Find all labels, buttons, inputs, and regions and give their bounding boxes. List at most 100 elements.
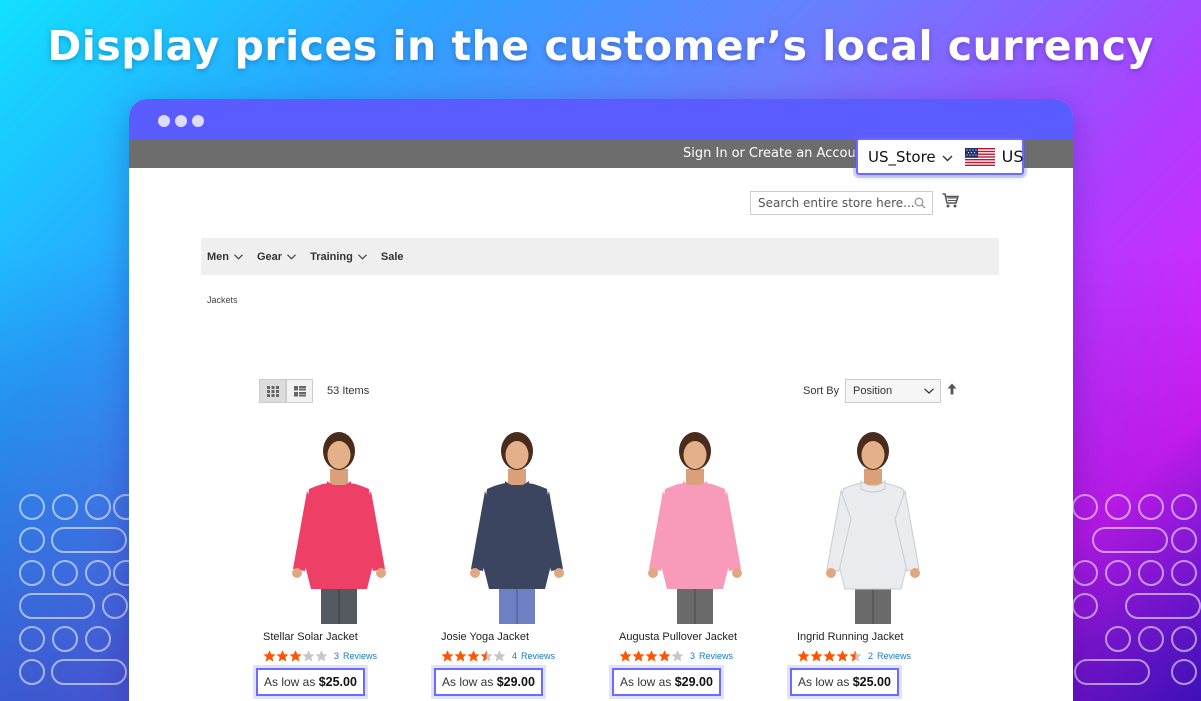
chevron-down-icon xyxy=(942,148,953,166)
list-icon xyxy=(293,385,306,396)
reviews-count: 2 xyxy=(868,651,874,661)
breadcrumb[interactable]: Jackets xyxy=(207,295,238,305)
reviews-count: 3 xyxy=(690,651,696,661)
or-text: or xyxy=(731,146,745,161)
product-rating: 4 Reviews xyxy=(441,650,555,662)
nav-item-sale[interactable]: Sale xyxy=(381,251,404,263)
star-icon xyxy=(302,650,315,662)
chevron-down-icon xyxy=(287,253,297,260)
sort-by-value: Position xyxy=(853,385,893,397)
reviews-label: Reviews xyxy=(521,651,556,661)
cart-icon[interactable] xyxy=(942,193,960,213)
price-prefix: As low as xyxy=(442,675,494,689)
star-icon xyxy=(836,650,849,662)
product-rating: 2 Reviews xyxy=(797,650,911,662)
price-amount: $29.00 xyxy=(496,675,535,689)
star-icon xyxy=(632,650,645,662)
price-box: As low as $25.00 xyxy=(790,668,899,696)
nav-item-training[interactable]: Training xyxy=(310,251,367,263)
reviews-count: 3 xyxy=(334,651,340,661)
nav-item-men[interactable]: Men xyxy=(207,251,243,263)
star-icon xyxy=(289,650,302,662)
reviews-label: Reviews xyxy=(343,651,378,661)
account-links: Sign In or Create an Account xyxy=(683,146,869,161)
product-photo[interactable] xyxy=(793,429,953,624)
product-photo[interactable] xyxy=(437,429,597,624)
search-icon[interactable] xyxy=(914,196,926,214)
items-count-number: 53 xyxy=(327,385,340,397)
reviews-label: Reviews xyxy=(699,651,734,661)
sort-by-select[interactable]: Position xyxy=(845,379,941,403)
rating-stars xyxy=(619,650,684,662)
sort-by-label: Sort By xyxy=(803,385,840,397)
star-icon xyxy=(480,650,493,662)
star-icon xyxy=(797,650,810,662)
price-amount: $25.00 xyxy=(852,675,891,689)
main-navigation: Men Gear Training Sale xyxy=(201,238,999,275)
items-count-label: Items xyxy=(342,385,370,397)
star-icon xyxy=(810,650,823,662)
product-rating: 3 Reviews xyxy=(263,650,377,662)
nav-item-label: Men xyxy=(207,250,229,263)
sign-in-link[interactable]: Sign In xyxy=(683,146,728,161)
page-headline: Display prices in the customer’s local c… xyxy=(47,22,1154,70)
decorative-pattern-right xyxy=(1071,490,1201,701)
chevron-down-icon xyxy=(234,253,243,260)
nav-item-label: Training xyxy=(310,250,353,263)
star-icon xyxy=(849,650,862,662)
window-dot-icon[interactable] xyxy=(175,115,187,127)
star-icon xyxy=(276,650,289,662)
price-prefix: As low as xyxy=(620,675,672,689)
star-icon xyxy=(671,650,684,662)
product-photo[interactable] xyxy=(259,429,419,624)
chevron-down-icon xyxy=(924,388,934,394)
reviews-link[interactable]: 2 Reviews xyxy=(868,651,911,661)
product-photo[interactable] xyxy=(615,429,775,624)
price-box: As low as $29.00 xyxy=(612,668,721,696)
search-input[interactable]: Search entire store here... xyxy=(750,191,933,215)
product-name[interactable]: Stellar Solar Jacket xyxy=(263,631,358,643)
star-icon xyxy=(454,650,467,662)
reviews-label: Reviews xyxy=(877,651,912,661)
arrow-up-icon xyxy=(947,383,957,395)
browser-window: Sign In or Create an Account US_Store US… xyxy=(129,99,1073,701)
items-count: 53 Items xyxy=(327,385,369,397)
reviews-count: 4 xyxy=(512,651,518,661)
rating-stars xyxy=(797,650,862,662)
create-account-link[interactable]: Create an Account xyxy=(749,146,869,161)
window-dot-icon[interactable] xyxy=(192,115,204,127)
store-currency-switcher[interactable]: US_Store US xyxy=(856,138,1024,175)
price-prefix: As low as xyxy=(264,675,316,689)
price-amount: $29.00 xyxy=(674,675,713,689)
browser-titlebar xyxy=(129,99,1073,139)
sort-direction-button[interactable] xyxy=(947,382,957,400)
chevron-down-icon xyxy=(357,253,367,260)
star-icon xyxy=(467,650,480,662)
grid-view-button[interactable] xyxy=(259,379,286,403)
nav-item-label: Gear xyxy=(257,250,283,263)
product-name[interactable]: Ingrid Running Jacket xyxy=(797,631,903,643)
star-icon xyxy=(658,650,671,662)
star-icon xyxy=(263,650,276,662)
star-icon xyxy=(619,650,632,662)
star-icon xyxy=(441,650,454,662)
reviews-link[interactable]: 3 Reviews xyxy=(334,651,377,661)
product-rating: 3 Reviews xyxy=(619,650,733,662)
star-icon xyxy=(493,650,506,662)
store-name: US_Store xyxy=(868,147,936,166)
currency-code: US xyxy=(1001,147,1024,166)
rating-stars xyxy=(263,650,328,662)
product-name[interactable]: Josie Yoga Jacket xyxy=(441,631,529,643)
grid-icon xyxy=(266,385,279,397)
list-view-button[interactable] xyxy=(286,379,313,403)
decorative-pattern-left xyxy=(0,490,130,701)
window-dot-icon[interactable] xyxy=(158,115,170,127)
reviews-link[interactable]: 4 Reviews xyxy=(512,651,555,661)
reviews-link[interactable]: 3 Reviews xyxy=(690,651,733,661)
price-amount: $25.00 xyxy=(318,675,357,689)
product-name[interactable]: Augusta Pullover Jacket xyxy=(619,631,737,643)
window-controls xyxy=(158,115,204,127)
nav-item-label: Sale xyxy=(380,250,404,263)
star-icon xyxy=(315,650,328,662)
nav-item-gear[interactable]: Gear xyxy=(257,250,297,263)
